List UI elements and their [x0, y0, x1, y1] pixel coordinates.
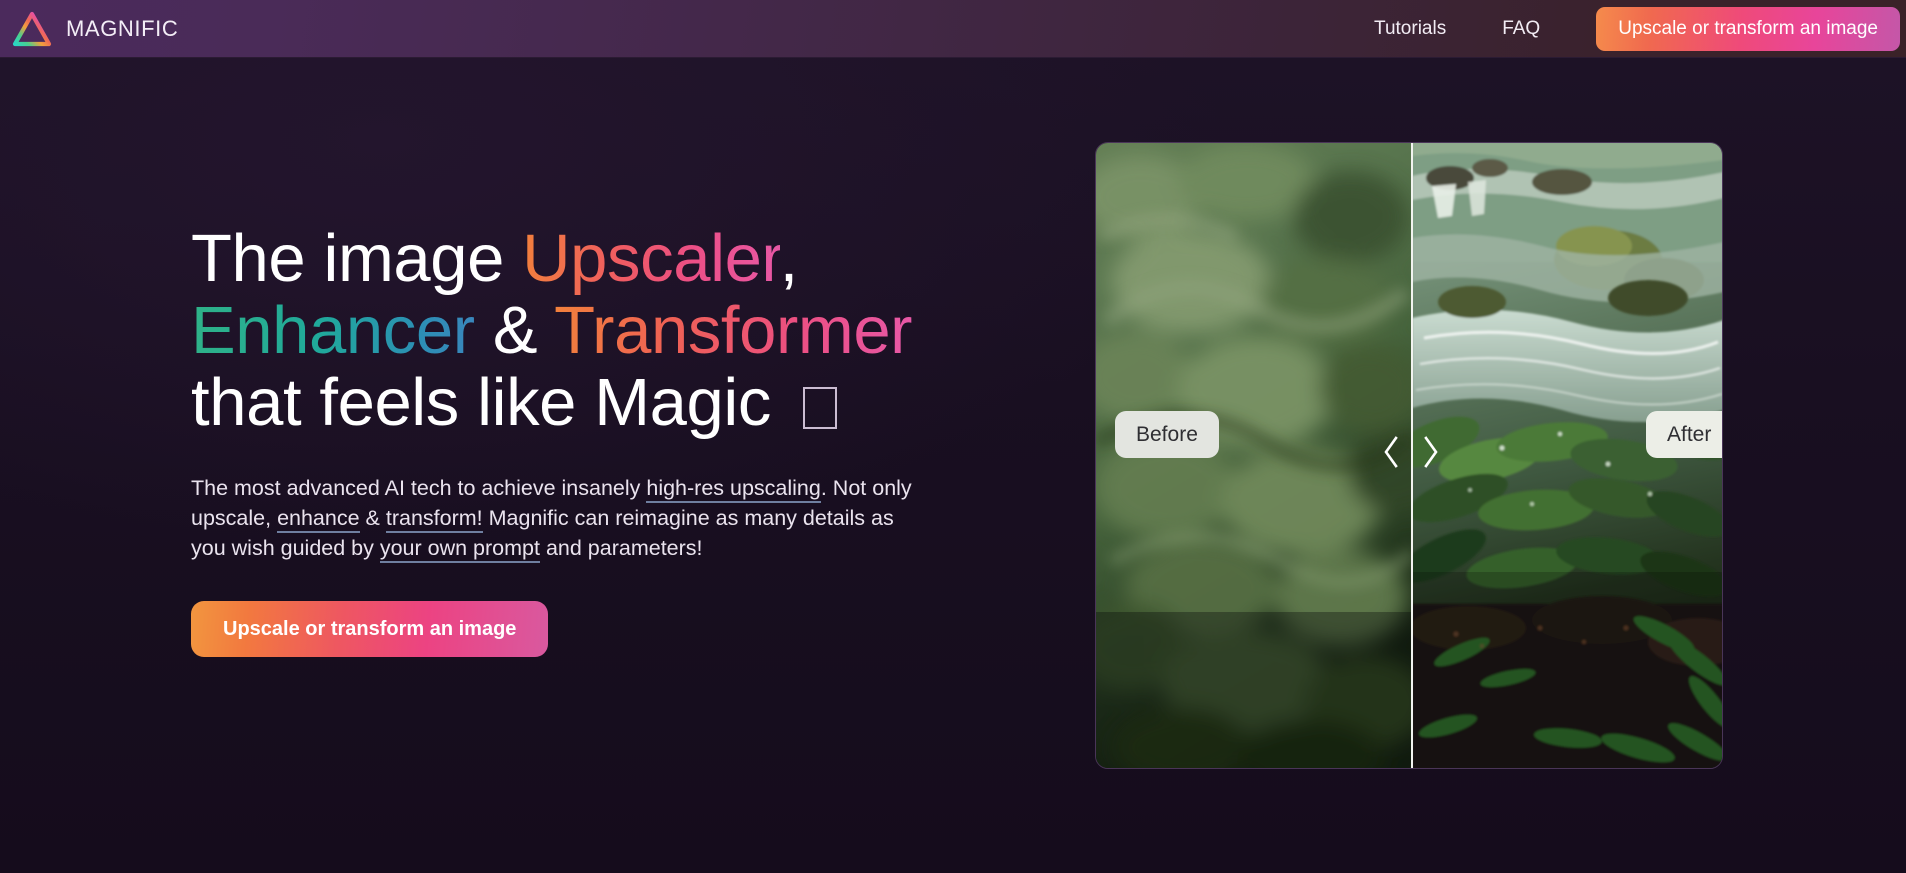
nav-link-tutorials[interactable]: Tutorials: [1346, 0, 1474, 58]
paragraph-segment-1: The most advanced AI tech to achieve ins…: [191, 476, 647, 500]
brand-name: MAGNIFIC: [66, 15, 179, 41]
brand-logo-link[interactable]: MAGNIFIC: [12, 0, 178, 57]
header-upscale-cta-button[interactable]: Upscale or transform an image: [1596, 6, 1900, 51]
link-high-res-upscaling[interactable]: high-res upscaling: [646, 476, 821, 503]
hero-copy-block: The image Upscaler, Enhancer & Transform…: [191, 223, 951, 657]
before-label-badge: Before: [1115, 411, 1219, 458]
comparison-slider-divider[interactable]: [1411, 143, 1413, 768]
headline-ampersand: &: [474, 293, 555, 368]
headline-line-1: The image Upscaler,: [191, 223, 951, 295]
hero-description: The most advanced AI tech to achieve ins…: [191, 473, 921, 563]
header-nav: Tutorials FAQ Upscale or transform an im…: [1346, 0, 1906, 57]
hero-upscale-cta-button[interactable]: Upscale or transform an image: [191, 601, 549, 657]
headline-line-3: that feels like Magic: [191, 367, 951, 439]
headline-accent-upscaler: Upscaler: [522, 221, 780, 296]
paragraph-segment-3: &: [359, 506, 386, 530]
hero-section: The image Upscaler, Enhancer & Transform…: [0, 58, 1906, 873]
missing-glyph-box-icon: [803, 387, 838, 429]
triangle-gradient-logo-icon: [12, 11, 52, 46]
headline-plain-text: The image: [191, 221, 523, 296]
headline-accent-enhancer: Enhancer: [191, 293, 475, 368]
link-transform[interactable]: transform!: [385, 506, 483, 533]
headline-line-2: Enhancer & Transformer: [191, 295, 951, 367]
nav-link-faq[interactable]: FAQ: [1474, 0, 1568, 58]
paragraph-segment-5: and parameters!: [539, 536, 703, 560]
headline-magic-text: that feels like Magic: [191, 365, 790, 440]
page-title: The image Upscaler, Enhancer & Transform…: [191, 223, 951, 439]
headline-accent-transformer: Transformer: [554, 293, 913, 368]
link-enhance[interactable]: enhance: [277, 506, 360, 533]
link-your-own-prompt[interactable]: your own prompt: [379, 536, 540, 563]
after-label-badge: After: [1646, 411, 1722, 458]
before-after-comparison-widget[interactable]: Before After: [1095, 142, 1723, 769]
headline-comma: ,: [779, 221, 799, 296]
top-header-bar: MAGNIFIC Tutorials FAQ Upscale or transf…: [0, 0, 1906, 58]
